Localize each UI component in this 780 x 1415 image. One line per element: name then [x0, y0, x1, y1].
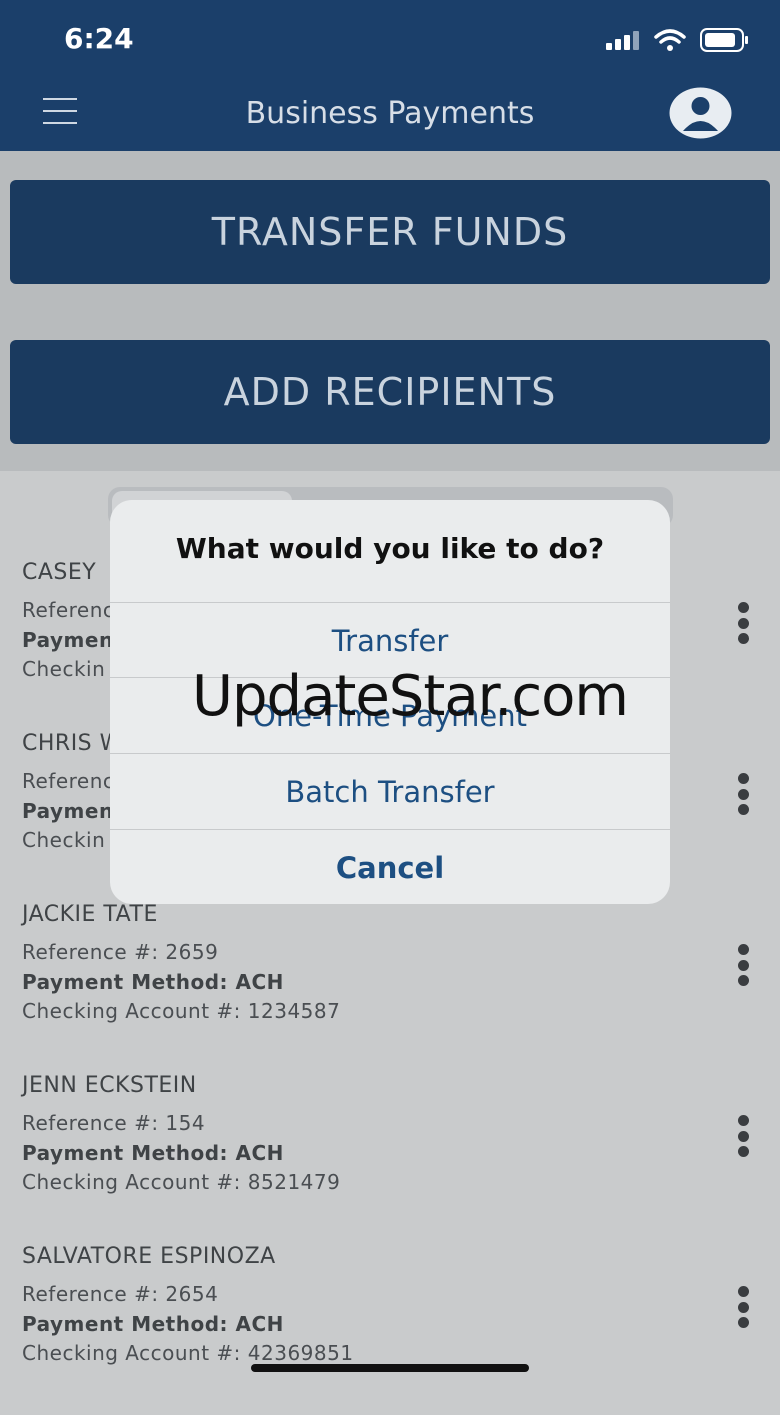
transfer-funds-button[interactable]: TRANSFER FUNDS [10, 180, 770, 284]
account-number: Checking Account #: 8521479 [22, 1170, 341, 1194]
more-options-icon[interactable] [735, 602, 751, 644]
payment-method: Payment Method: ACH [22, 970, 284, 994]
home-indicator [251, 1364, 529, 1372]
list-item[interactable]: SALVATORE ESPINOZA Reference #: 2654 Pay… [0, 1244, 780, 1415]
watermark-text: UpdateStar.com [192, 664, 629, 729]
reference-number: Reference #: 2654 [22, 1282, 219, 1306]
reference-number: Referenc [22, 769, 115, 793]
recipient-name: JACKIE TATE [22, 902, 158, 927]
reference-number: Reference #: 2659 [22, 940, 219, 964]
more-options-icon[interactable] [735, 1115, 751, 1157]
account-number: Checking Account #: 42369851 [22, 1341, 354, 1365]
signal-icon [606, 31, 639, 50]
more-options-icon[interactable] [735, 773, 751, 815]
more-options-icon[interactable] [735, 944, 751, 986]
status-time: 6:24 [64, 22, 134, 55]
list-item[interactable]: JACKIE TATE Reference #: 2659 Payment Me… [0, 902, 780, 1073]
recipient-name: JENN ECKSTEIN [22, 1073, 197, 1098]
reference-number: Referenc [22, 598, 115, 622]
reference-number: Reference #: 154 [22, 1111, 206, 1135]
recipient-name: SALVATORE ESPINOZA [22, 1244, 276, 1269]
top-nav-bar: Business Payments [0, 80, 780, 151]
page-title: Business Payments [245, 96, 535, 131]
account-number: Checkin [22, 828, 106, 852]
hero-section: TRANSFER FUNDS ADD RECIPIENTS [0, 151, 780, 471]
profile-icon[interactable] [669, 87, 732, 139]
status-bar: 6:24 [0, 0, 780, 80]
status-icons [606, 28, 750, 52]
payment-method: Paymen [22, 799, 114, 823]
batch-transfer-option[interactable]: Batch Transfer [110, 753, 670, 829]
account-number: Checking Account #: 1234587 [22, 999, 341, 1023]
account-number: Checkin [22, 657, 106, 681]
dialog-title: What would you like to do? [175, 532, 605, 565]
recipient-name: CASEY [22, 560, 97, 585]
payment-method: Paymen [22, 628, 114, 652]
battery-icon [700, 28, 748, 52]
payment-method: Payment Method: ACH [22, 1312, 284, 1336]
more-options-icon[interactable] [735, 1286, 751, 1328]
payment-method: Payment Method: ACH [22, 1141, 284, 1165]
wifi-icon [654, 29, 686, 51]
list-item[interactable]: JENN ECKSTEIN Reference #: 154 Payment M… [0, 1073, 780, 1244]
add-recipients-button[interactable]: ADD RECIPIENTS [10, 340, 770, 444]
recipient-name: CHRIS W [22, 731, 122, 756]
cancel-button[interactable]: Cancel [110, 829, 670, 904]
